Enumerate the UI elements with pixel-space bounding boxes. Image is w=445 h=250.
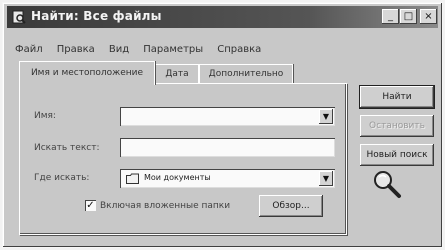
look-in-combobox[interactable]: Мои документы ▼ [120, 169, 335, 188]
look-in-label: Где искать: [34, 173, 90, 183]
look-in-value: Мои документы [144, 173, 211, 182]
find-files-window: Найти: Все файлы _ □ × Файл Правка Вид П… [2, 2, 443, 248]
tab-name-location[interactable]: Имя и местоположение [19, 61, 155, 85]
menu-view[interactable]: Вид [109, 44, 129, 55]
title-bar[interactable]: Найти: Все файлы _ □ × [7, 6, 438, 28]
search-text-input[interactable] [120, 138, 335, 157]
minimize-button[interactable]: _ [382, 9, 399, 24]
menu-file[interactable]: Файл [15, 44, 43, 55]
stop-button[interactable]: Остановить [360, 115, 434, 137]
menu-help[interactable]: Справка [217, 44, 261, 55]
tab-date[interactable]: Дата [155, 64, 199, 84]
name-label: Имя: [34, 111, 56, 121]
menu-edit[interactable]: Правка [57, 44, 95, 55]
find-files-icon [12, 10, 26, 24]
find-now-button[interactable]: Найти [359, 85, 435, 109]
folder-icon [126, 173, 139, 184]
close-button[interactable]: × [420, 9, 437, 24]
window-title: Найти: Все файлы [31, 9, 162, 23]
search-text-label: Искать текст: [34, 143, 100, 153]
menu-bar: Файл Правка Вид Параметры Справка [15, 37, 270, 55]
menu-options[interactable]: Параметры [143, 44, 203, 55]
chevron-down-icon[interactable]: ▼ [319, 171, 333, 186]
maximize-button[interactable]: □ [400, 9, 417, 24]
new-search-button[interactable]: Новый поиск [360, 144, 434, 166]
chevron-down-icon[interactable]: ▼ [319, 109, 333, 124]
tab-advanced[interactable]: Дополнительно [199, 64, 293, 84]
magnifier-icon [374, 171, 401, 198]
browse-button[interactable]: Обзор... [259, 195, 323, 217]
include-subfolders-checkbox[interactable]: ✓ [85, 200, 96, 211]
include-subfolders-label: Включая вложенные папки [100, 201, 231, 211]
name-combobox[interactable]: ▼ [120, 107, 335, 126]
